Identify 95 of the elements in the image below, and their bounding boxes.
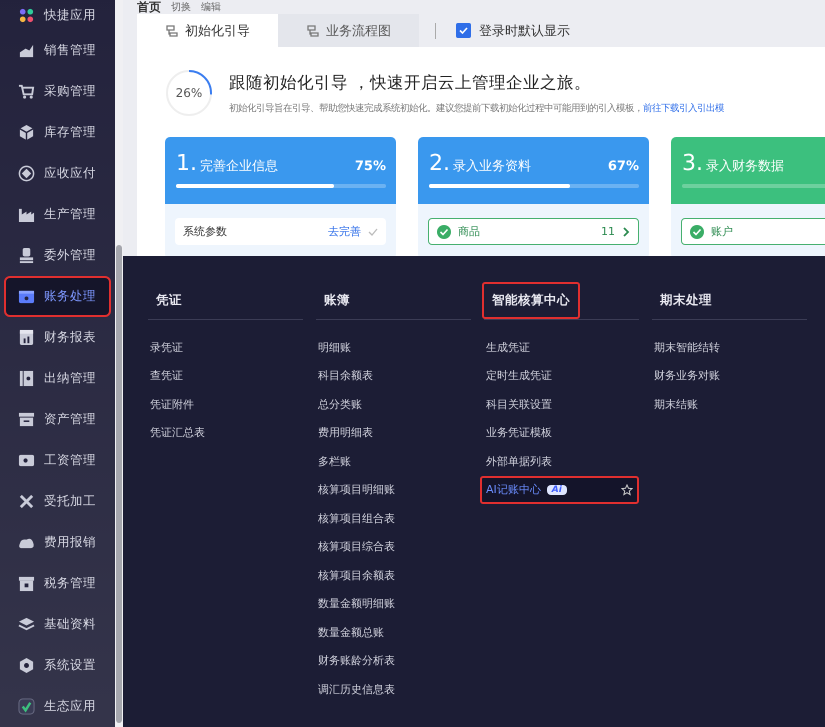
menu-item[interactable]: 凭证汇总表	[144, 418, 303, 447]
layers-icon	[18, 616, 35, 633]
complete-link[interactable]: 去完善	[328, 224, 361, 239]
menu-column-title: 期末处理	[659, 291, 713, 309]
sidebar-item[interactable]: 生产管理	[4, 194, 111, 235]
box-icon	[18, 288, 35, 305]
menu-item[interactable]: 费用明细表	[312, 418, 471, 447]
apps-icon	[18, 6, 35, 24]
menu-item[interactable]: 数量金额总账	[312, 618, 471, 646]
menu-item[interactable]: 期末智能结转	[648, 333, 807, 362]
step-number: 2.	[429, 151, 450, 176]
guide-description: 初始化引导旨在引导、帮助您快速完成系统初始化。建议您提前下载初始化过程中可能用到的引入模板，	[229, 102, 643, 114]
sidebar-item[interactable]: 资产管理	[4, 399, 111, 440]
menu-item[interactable]: 调汇历史信息表	[312, 675, 471, 704]
report-icon	[18, 329, 35, 346]
menu-item[interactable]: 科目余额表	[312, 362, 471, 390]
menu-item[interactable]: 录凭证	[144, 333, 303, 362]
check-circle-icon	[690, 224, 704, 238]
screen-icon	[18, 452, 35, 469]
tab[interactable]: 初始化引导	[137, 14, 278, 47]
step-number: 1.	[176, 151, 197, 176]
default-display-checkbox[interactable]: 登录时默认显示	[456, 22, 570, 40]
step-number: 3.	[682, 151, 703, 176]
cube-icon	[18, 124, 35, 141]
menu-item[interactable]: 外部单据列表	[480, 447, 639, 476]
tray-icon	[18, 411, 35, 428]
menu-item[interactable]: 期末结账	[648, 390, 807, 418]
menu-item[interactable]: 明细账	[312, 333, 471, 362]
checkbox[interactable]	[456, 23, 471, 38]
sidebar-item[interactable]: 生态应用	[4, 686, 111, 727]
sidebar-item[interactable]: 账务处理	[4, 276, 111, 317]
menu-item[interactable]: 凭证附件	[144, 390, 303, 418]
menu-item[interactable]: 数量金额明细账	[312, 590, 471, 618]
sidebar-item[interactable]: 税务管理	[4, 563, 111, 604]
task-count: 11	[601, 225, 615, 238]
menu-item[interactable]: 查凭证	[144, 362, 303, 390]
menu-item[interactable]: 多栏账	[312, 447, 471, 476]
task-row[interactable]: 系统参数 去完善	[175, 218, 386, 245]
menu-item[interactable]: 财务账龄分析表	[312, 646, 471, 675]
menu-item[interactable]: 总分类账	[312, 390, 471, 418]
page-title: 首页	[137, 0, 161, 14]
step-title: 完善企业信息	[200, 158, 279, 175]
sidebar-item[interactable]: 销售管理	[4, 30, 111, 71]
sidebar-item[interactable]: 快捷应用	[4, 0, 111, 30]
menu-item[interactable]: 核算项目组合表	[312, 504, 471, 532]
sidebar-item[interactable]: 财务报表	[4, 317, 111, 358]
check-icon	[368, 226, 378, 236]
sidebar-item[interactable]: 应收应付	[4, 153, 111, 194]
book-icon	[18, 370, 35, 387]
sidebar-item[interactable]: 受托加工	[4, 481, 111, 522]
menu-item[interactable]: 定时生成凭证	[480, 362, 639, 390]
flow-icon	[165, 24, 179, 38]
sidebar-item[interactable]: 采购管理	[4, 71, 111, 112]
check-icon	[459, 26, 468, 35]
step-percent: 67%	[608, 159, 639, 174]
menu-column-title: 智能核算中心	[482, 282, 580, 319]
menu-item[interactable]: 生成凭证	[480, 333, 639, 362]
sidebar-item[interactable]: 出纳管理	[4, 358, 111, 399]
toolbar-link[interactable]: 编辑	[201, 0, 221, 14]
menu-column-title: 账簿	[323, 291, 351, 309]
menu-item[interactable]: 核算项目余额表	[312, 561, 471, 590]
step-percent: 75%	[354, 159, 386, 174]
template-link[interactable]: 前往下载引入引出模	[643, 102, 724, 114]
sidebar-item[interactable]: 工资管理	[4, 440, 111, 481]
menu-item[interactable]: 财务业务对账	[648, 362, 807, 390]
task-row[interactable]: 账户	[681, 218, 825, 245]
toolbar-link[interactable]: 切换	[171, 0, 191, 14]
chevron-right-icon	[622, 226, 630, 236]
menu-item[interactable]: 业务凭证模板	[480, 418, 639, 447]
sidebar-item[interactable]: 费用报销	[4, 522, 111, 563]
step-title: 录入业务资料	[453, 158, 532, 175]
cart-icon	[18, 83, 35, 100]
task-row[interactable]: 商品 11	[428, 218, 639, 245]
menu-item[interactable]: AI记账中心 Ai	[480, 476, 639, 504]
checkbox-label: 登录时默认显示	[479, 22, 570, 40]
diagram-icon	[306, 24, 320, 38]
sidebar-item[interactable]: 基础资料	[4, 604, 111, 645]
menu-item[interactable]: 核算项目综合表	[312, 532, 471, 561]
step-title: 录入财务数据	[706, 158, 785, 175]
guide-title: 跟随初始化引导 ，快速开启云上管理企业之旅。	[229, 72, 592, 94]
ai-badge: Ai	[546, 484, 567, 495]
star-icon[interactable]	[621, 484, 633, 496]
menu-item[interactable]: 核算项目明细账	[312, 476, 471, 504]
menu-column-title: 凭证	[155, 291, 183, 309]
tab[interactable]: 业务流程图	[278, 14, 419, 47]
sidebar-item[interactable]: 委外管理	[4, 235, 111, 276]
sidebar-item[interactable]: 库存管理	[4, 112, 111, 153]
check-circle-icon	[437, 224, 451, 238]
stamp-icon	[18, 247, 35, 264]
hexagon-icon	[18, 657, 35, 674]
scrollbar[interactable]	[115, 0, 123, 727]
menu-item[interactable]: 科目关联设置	[480, 390, 639, 418]
progress-text: 26%	[174, 85, 204, 102]
factory-icon	[18, 206, 35, 223]
sidebar-item[interactable]: 系统设置	[4, 645, 111, 686]
